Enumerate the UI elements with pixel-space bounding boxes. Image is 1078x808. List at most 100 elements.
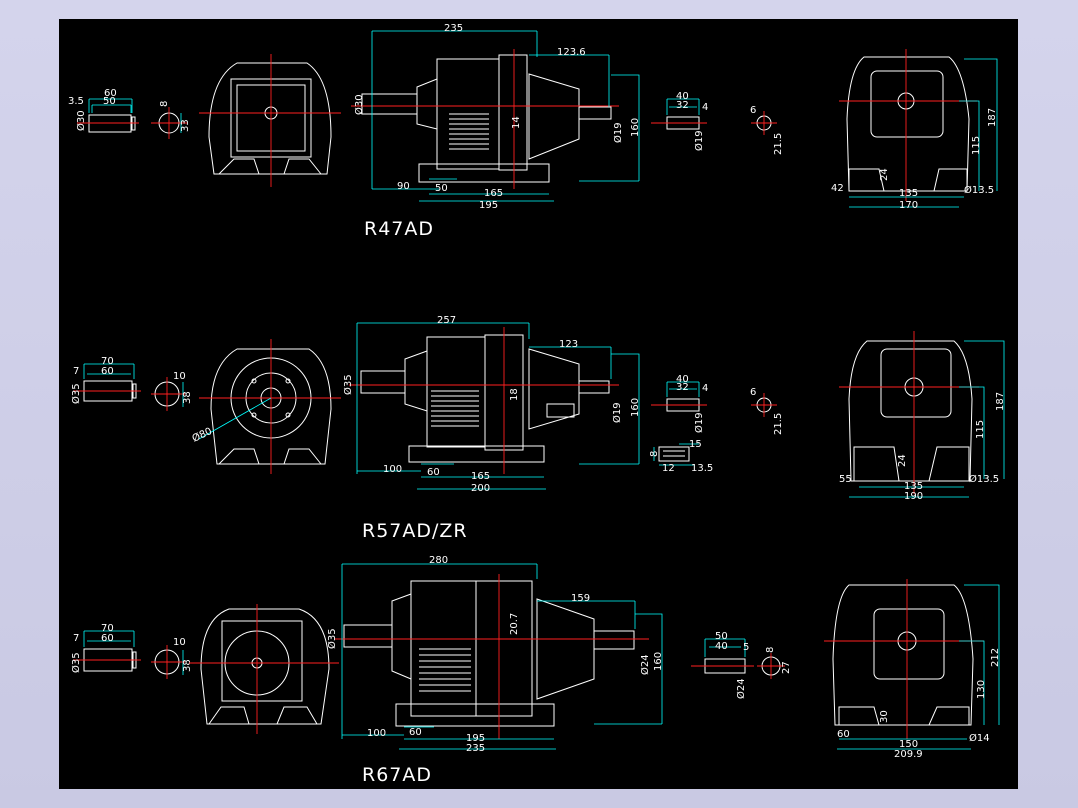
side-center-dim: 115 — [971, 136, 982, 155]
center-dim: 18 — [509, 388, 520, 401]
input-key-h-dim: 8 — [765, 647, 776, 653]
input-key-h-dim: 6 — [750, 387, 756, 398]
base-total-dim: 200 — [471, 483, 490, 494]
output-length-dim: 159 — [571, 593, 590, 604]
side-slot-dim: 24 — [879, 168, 890, 181]
side-center-dim: 130 — [976, 680, 987, 699]
output-shaft-section: 10 38 — [151, 637, 193, 679]
left-shaft-dim: Ø35 — [326, 628, 338, 649]
base-total-dim: 235 — [466, 743, 485, 754]
height-dim: 160 — [653, 652, 664, 671]
center-dim: 20.7 — [509, 613, 520, 635]
detail-b-dim: 15 — [689, 439, 702, 450]
output-length-dim: 123 — [559, 339, 578, 350]
side-hole-dim: Ø13.5 — [964, 184, 994, 196]
left-shaft-dim: Ø35 — [342, 374, 354, 395]
key-depth-dim: 33 — [180, 119, 191, 132]
key-height-dim: 8 — [159, 101, 170, 107]
end-view: 187 115 24 Ø13.5 42 135 170 — [831, 49, 998, 211]
base-small-dim: 60 — [409, 727, 422, 738]
input-shaft-section: 8 27 — [757, 647, 792, 679]
side-center-dim: 115 — [975, 420, 986, 439]
center-dim: 14 — [511, 116, 522, 129]
side-slot-dim: 30 — [879, 710, 890, 723]
shaft-diameter-dim: Ø35 — [70, 383, 82, 404]
input-shaft-section: 6 21.5 — [750, 387, 784, 435]
base-left-dim: 90 — [397, 181, 410, 192]
base-mid-dim: 165 — [471, 471, 490, 482]
input-key-length-dim: 40 — [715, 641, 728, 652]
model-title: R67AD — [362, 764, 432, 786]
row-r67ad: 70 60 7 Ø35 10 38 280 159 160 Ø24 Ø35 20… — [70, 555, 1001, 786]
base-left-dim: 100 — [383, 464, 402, 475]
side-height-dim: 187 — [987, 108, 998, 127]
key-length-dim: 50 — [103, 96, 116, 107]
detail-c-dim: 12 — [662, 463, 675, 474]
side-left-dim: 60 — [837, 729, 850, 740]
input-key-detail: 40 32 4 Ø19 — [651, 91, 708, 151]
input-shaft-dim: Ø19 — [612, 122, 624, 143]
front-view — [189, 604, 339, 734]
side-mid-dim: 135 — [899, 188, 918, 199]
input-key-detail: 40 32 4 Ø19 — [651, 374, 708, 433]
detail-a-dim: 8 — [649, 451, 660, 457]
base-small-dim: 60 — [427, 467, 440, 478]
output-key-detail: 70 60 7 Ø35 — [70, 623, 141, 673]
output-length-dim: 123.6 — [557, 47, 586, 58]
key-offset-dim: 7 — [73, 633, 79, 644]
side-total-dim: 170 — [899, 200, 918, 211]
base-mid-dim: 165 — [484, 188, 503, 199]
detail-d-dim: 13.5 — [691, 463, 713, 474]
side-slot-dim: 24 — [897, 454, 908, 467]
input-shaft-dim: Ø19 — [611, 402, 623, 423]
height-dim: 160 — [630, 398, 641, 417]
output-key-detail: 60 50 3.5 Ø30 — [68, 88, 139, 133]
input-shaft-dim: Ø24 — [639, 654, 651, 675]
input-shaft-small-dim: Ø24 — [735, 678, 747, 699]
model-title: R47AD — [364, 218, 434, 240]
input-key-offset-dim: 4 — [702, 383, 708, 394]
drawing-canvas[interactable]: 60 50 3.5 Ø30 8 33 235 123.6 160 Ø19 Ø30… — [59, 19, 1018, 789]
side-left-dim: 42 — [831, 183, 844, 194]
input-key-t-dim: 21.5 — [773, 133, 784, 155]
overall-length-dim: 280 — [429, 555, 448, 566]
side-view: 280 159 160 Ø24 Ø35 20.7 100 60 195 235 — [326, 555, 664, 754]
row-r47ad: 60 50 3.5 Ø30 8 33 235 123.6 160 Ø19 Ø30… — [68, 23, 998, 240]
model-title: R57AD/ZR — [362, 520, 468, 542]
side-left-dim: 55 — [839, 474, 852, 485]
coupling-detail: 8 15 12 13.5 — [649, 439, 713, 474]
input-key-h-dim: 6 — [750, 105, 756, 116]
shaft-diameter-dim: Ø30 — [75, 110, 87, 131]
front-view: Ø80 — [190, 339, 341, 474]
end-view: 187 115 24 Ø13.5 55 135 190 — [839, 331, 1006, 502]
row-r57ad-zr: 70 60 7 Ø35 10 38 Ø80 257 123 160 Ø19 Ø3… — [70, 315, 1006, 542]
left-shaft-dim: Ø30 — [353, 94, 365, 115]
side-view: 257 123 160 Ø19 Ø35 18 100 60 165 200 — [342, 315, 641, 494]
key-depth-dim: 38 — [182, 659, 193, 672]
front-view — [199, 54, 341, 187]
overall-length-dim: 257 — [437, 315, 456, 326]
input-shaft-small-dim: Ø19 — [693, 412, 705, 433]
output-key-detail: 70 60 7 Ø35 — [70, 356, 141, 404]
base-left-dim: 100 — [367, 728, 386, 739]
key-height-dim: 10 — [173, 371, 186, 382]
input-shaft-small-dim: Ø19 — [693, 130, 705, 151]
input-key-offset-dim: 4 — [702, 102, 708, 113]
side-hole-dim: Ø14 — [969, 732, 990, 744]
key-offset-dim: 3.5 — [68, 96, 84, 107]
key-length-dim: 60 — [101, 633, 114, 644]
key-length-dim: 60 — [101, 366, 114, 377]
side-height-dim: 187 — [995, 392, 1006, 411]
output-shaft-section: 8 33 — [151, 101, 191, 139]
flange-diameter-dim: Ø80 — [190, 425, 214, 445]
input-key-length-dim: 32 — [676, 382, 689, 393]
side-hole-dim: Ø13.5 — [969, 473, 999, 485]
input-key-length-dim: 32 — [676, 100, 689, 111]
input-key-t-dim: 21.5 — [773, 413, 784, 435]
cad-drawing: 60 50 3.5 Ø30 8 33 235 123.6 160 Ø19 Ø30… — [68, 23, 1006, 786]
height-dim: 160 — [630, 118, 641, 137]
input-key-detail: 50 40 5 Ø24 — [691, 631, 754, 699]
base-total-dim: 195 — [479, 200, 498, 211]
side-height-dim: 212 — [990, 648, 1001, 667]
key-offset-dim: 7 — [73, 366, 79, 377]
